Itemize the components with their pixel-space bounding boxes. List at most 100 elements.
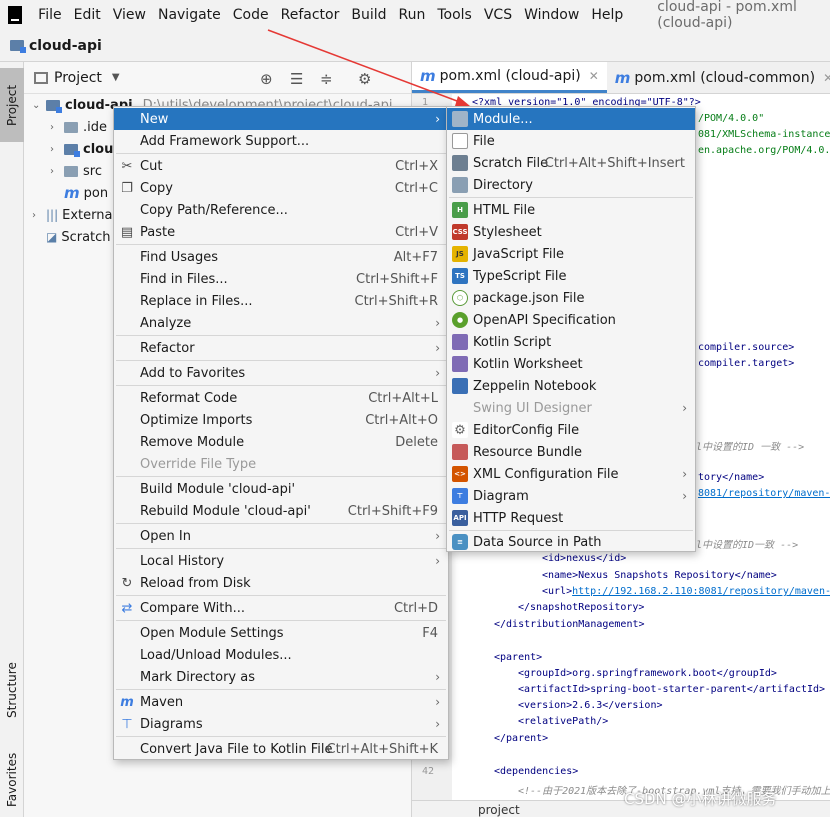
code-line[interactable]: </parent> — [494, 733, 548, 744]
tree-item[interactable]: › src — [50, 160, 102, 182]
code-comment[interactable]: l中设置的ID一致 --> — [696, 536, 798, 551]
code-line[interactable]: compiler.source> — [698, 342, 794, 353]
code-url[interactable]: 8081/repository/maven-rele — [698, 488, 830, 499]
tab-pom-cloud-api[interactable]: m pom.xml (cloud-api) ✕ — [412, 62, 607, 93]
menu-item-replace-in-files[interactable]: Replace in Files... Ctrl+Shift+R — [114, 290, 448, 312]
menu-item-copy-path[interactable]: Copy Path/Reference... — [114, 199, 448, 221]
menu-item-optimize-imports[interactable]: Optimize Imports Ctrl+Alt+O — [114, 409, 448, 431]
gear-icon[interactable]: ⚙ — [358, 70, 371, 88]
submenu-item-stylesheet[interactable]: CSS Stylesheet — [447, 221, 695, 243]
submenu-item-typescript-file[interactable]: TS TypeScript File — [447, 265, 695, 287]
menu-item-cut[interactable]: ✂ Cut Ctrl+X — [114, 155, 448, 177]
submenu-item-module[interactable]: Module... — [447, 108, 695, 130]
submenu-item-openapi[interactable]: ● OpenAPI Specification — [447, 309, 695, 331]
code-line[interactable]: tory</name> — [698, 472, 764, 483]
code-line[interactable]: <version>2.6.3</version> — [518, 700, 663, 711]
menu-item-reload-from-disk[interactable]: ↻ Reload from Disk — [114, 572, 448, 594]
close-icon[interactable]: ✕ — [823, 71, 830, 85]
code-line[interactable]: <relativePath/> — [518, 716, 608, 727]
chevron-right-icon[interactable]: › — [50, 122, 64, 133]
menu-item-build-module[interactable]: Build Module 'cloud-api' — [114, 478, 448, 500]
menu-run[interactable]: Run — [393, 0, 432, 30]
menu-item-analyze[interactable]: Analyze › — [114, 312, 448, 334]
menu-item-open-in[interactable]: Open In › — [114, 525, 448, 547]
code-line[interactable]: <groupId>org.springframework.boot</group… — [518, 668, 777, 679]
code-comment[interactable]: l中设置的ID 一致 --> — [696, 438, 804, 453]
code-line[interactable]: <url>http://192.168.2.110:8081/repositor… — [542, 586, 830, 597]
menu-item-paste[interactable]: ▤ Paste Ctrl+V — [114, 221, 448, 243]
tree-item[interactable]: m pon — [64, 182, 108, 204]
menu-view[interactable]: View — [107, 0, 152, 30]
code-line[interactable]: </snapshotRepository> — [518, 602, 644, 613]
submenu-item-xml-config[interactable]: <> XML Configuration File › — [447, 463, 695, 485]
code-line[interactable]: en.apache.org/POM/4.0.0 h — [698, 145, 830, 156]
menu-item-compare-with[interactable]: ⇄ Compare With... Ctrl+D — [114, 597, 448, 619]
submenu-item-package-json[interactable]: ⬡ package.json File — [447, 287, 695, 309]
locate-icon[interactable]: ⊕ — [260, 70, 273, 88]
tool-tab-favorites[interactable]: Favorites — [0, 742, 24, 817]
collapse-all-icon[interactable]: ≑ — [320, 70, 333, 88]
code-line[interactable]: 081/XMLSchema-instance" — [698, 129, 830, 140]
close-icon[interactable]: ✕ — [589, 69, 599, 83]
submenu-item-http-request[interactable]: API HTTP Request — [447, 507, 695, 529]
tree-item[interactable]: › clou — [50, 138, 113, 160]
tree-item[interactable]: ◪ Scratch — [46, 226, 111, 248]
menu-item-remove-module[interactable]: Remove Module Delete — [114, 431, 448, 453]
code-line[interactable]: </distributionManagement> — [494, 619, 645, 630]
expand-all-icon[interactable]: ☰ — [290, 70, 303, 88]
menu-help[interactable]: Help — [585, 0, 629, 30]
code-line[interactable]: /POM/4.0.0" — [698, 113, 764, 124]
tab-pom-cloud-common[interactable]: m pom.xml (cloud-common) ✕ — [607, 62, 830, 93]
menu-vcs[interactable]: VCS — [478, 0, 518, 30]
project-view-selector[interactable]: Project — [54, 70, 102, 86]
menu-item-local-history[interactable]: Local History › — [114, 550, 448, 572]
tree-item[interactable]: › ||| Externa — [32, 204, 112, 226]
chevron-right-icon[interactable]: › — [50, 166, 64, 177]
submenu-item-file[interactable]: File — [447, 130, 695, 152]
menu-item-find-in-files[interactable]: Find in Files... Ctrl+Shift+F — [114, 268, 448, 290]
code-line[interactable]: <artifactId>spring-boot-starter-parent</… — [518, 684, 825, 695]
code-line[interactable]: <name>Nexus Snapshots Repository</name> — [542, 570, 777, 581]
menu-refactor[interactable]: Refactor — [275, 0, 346, 30]
menu-item-mark-directory[interactable]: Mark Directory as › — [114, 666, 448, 688]
submenu-item-kotlin-script[interactable]: Kotlin Script — [447, 331, 695, 353]
menu-item-add-to-favorites[interactable]: Add to Favorites › — [114, 362, 448, 384]
submenu-item-resource-bundle[interactable]: Resource Bundle — [447, 441, 695, 463]
submenu-item-directory[interactable]: Directory — [447, 174, 695, 196]
code-line[interactable]: <id>nexus</id> — [542, 553, 626, 564]
menu-item-maven[interactable]: m Maven › — [114, 691, 448, 713]
chevron-down-icon[interactable]: ⌄ — [32, 100, 46, 111]
menu-item-rebuild-module[interactable]: Rebuild Module 'cloud-api' Ctrl+Shift+F9 — [114, 500, 448, 522]
tree-item[interactable]: › .ide — [50, 116, 107, 138]
submenu-item-diagram[interactable]: ⊤ Diagram › — [447, 485, 695, 507]
submenu-item-kotlin-worksheet[interactable]: Kotlin Worksheet — [447, 353, 695, 375]
chevron-right-icon[interactable]: › — [32, 210, 46, 221]
submenu-item-zeppelin[interactable]: Zeppelin Notebook — [447, 375, 695, 397]
menu-item-new[interactable]: New › — [114, 108, 448, 130]
menu-item-diagrams[interactable]: ⊤ Diagrams › — [114, 713, 448, 735]
menu-item-refactor[interactable]: Refactor › — [114, 337, 448, 359]
chevron-down-icon[interactable]: ▼ — [112, 72, 120, 83]
submenu-item-html-file[interactable]: H HTML File — [447, 199, 695, 221]
menu-navigate[interactable]: Navigate — [152, 0, 227, 30]
breadcrumb-cloud-api[interactable]: cloud-api — [29, 38, 102, 54]
menu-code[interactable]: Code — [227, 0, 275, 30]
menu-item-open-module-settings[interactable]: Open Module Settings F4 — [114, 622, 448, 644]
menu-item-reformat-code[interactable]: Reformat Code Ctrl+Alt+L — [114, 387, 448, 409]
menu-build[interactable]: Build — [345, 0, 392, 30]
chevron-right-icon[interactable]: › — [50, 144, 64, 155]
menu-item-find-usages[interactable]: Find Usages Alt+F7 — [114, 246, 448, 268]
menu-file[interactable]: File — [32, 0, 67, 30]
menu-item-convert-to-kotlin[interactable]: Convert Java File to Kotlin File Ctrl+Al… — [114, 738, 448, 760]
submenu-item-data-source[interactable]: ≡ Data Source in Path — [447, 531, 695, 553]
submenu-item-javascript-file[interactable]: JS JavaScript File — [447, 243, 695, 265]
menu-item-add-framework[interactable]: Add Framework Support... — [114, 130, 448, 152]
menu-window[interactable]: Window — [518, 0, 585, 30]
menu-item-load-unload-modules[interactable]: Load/Unload Modules... — [114, 644, 448, 666]
menu-tools[interactable]: Tools — [431, 0, 478, 30]
tool-tab-project[interactable]: Project — [0, 68, 24, 142]
submenu-item-editorconfig[interactable]: ⚙ EditorConfig File — [447, 419, 695, 441]
editor-breadcrumb[interactable]: project — [478, 803, 520, 817]
code-line[interactable]: <parent> — [494, 652, 542, 663]
tool-tab-structure[interactable]: Structure — [0, 650, 24, 730]
